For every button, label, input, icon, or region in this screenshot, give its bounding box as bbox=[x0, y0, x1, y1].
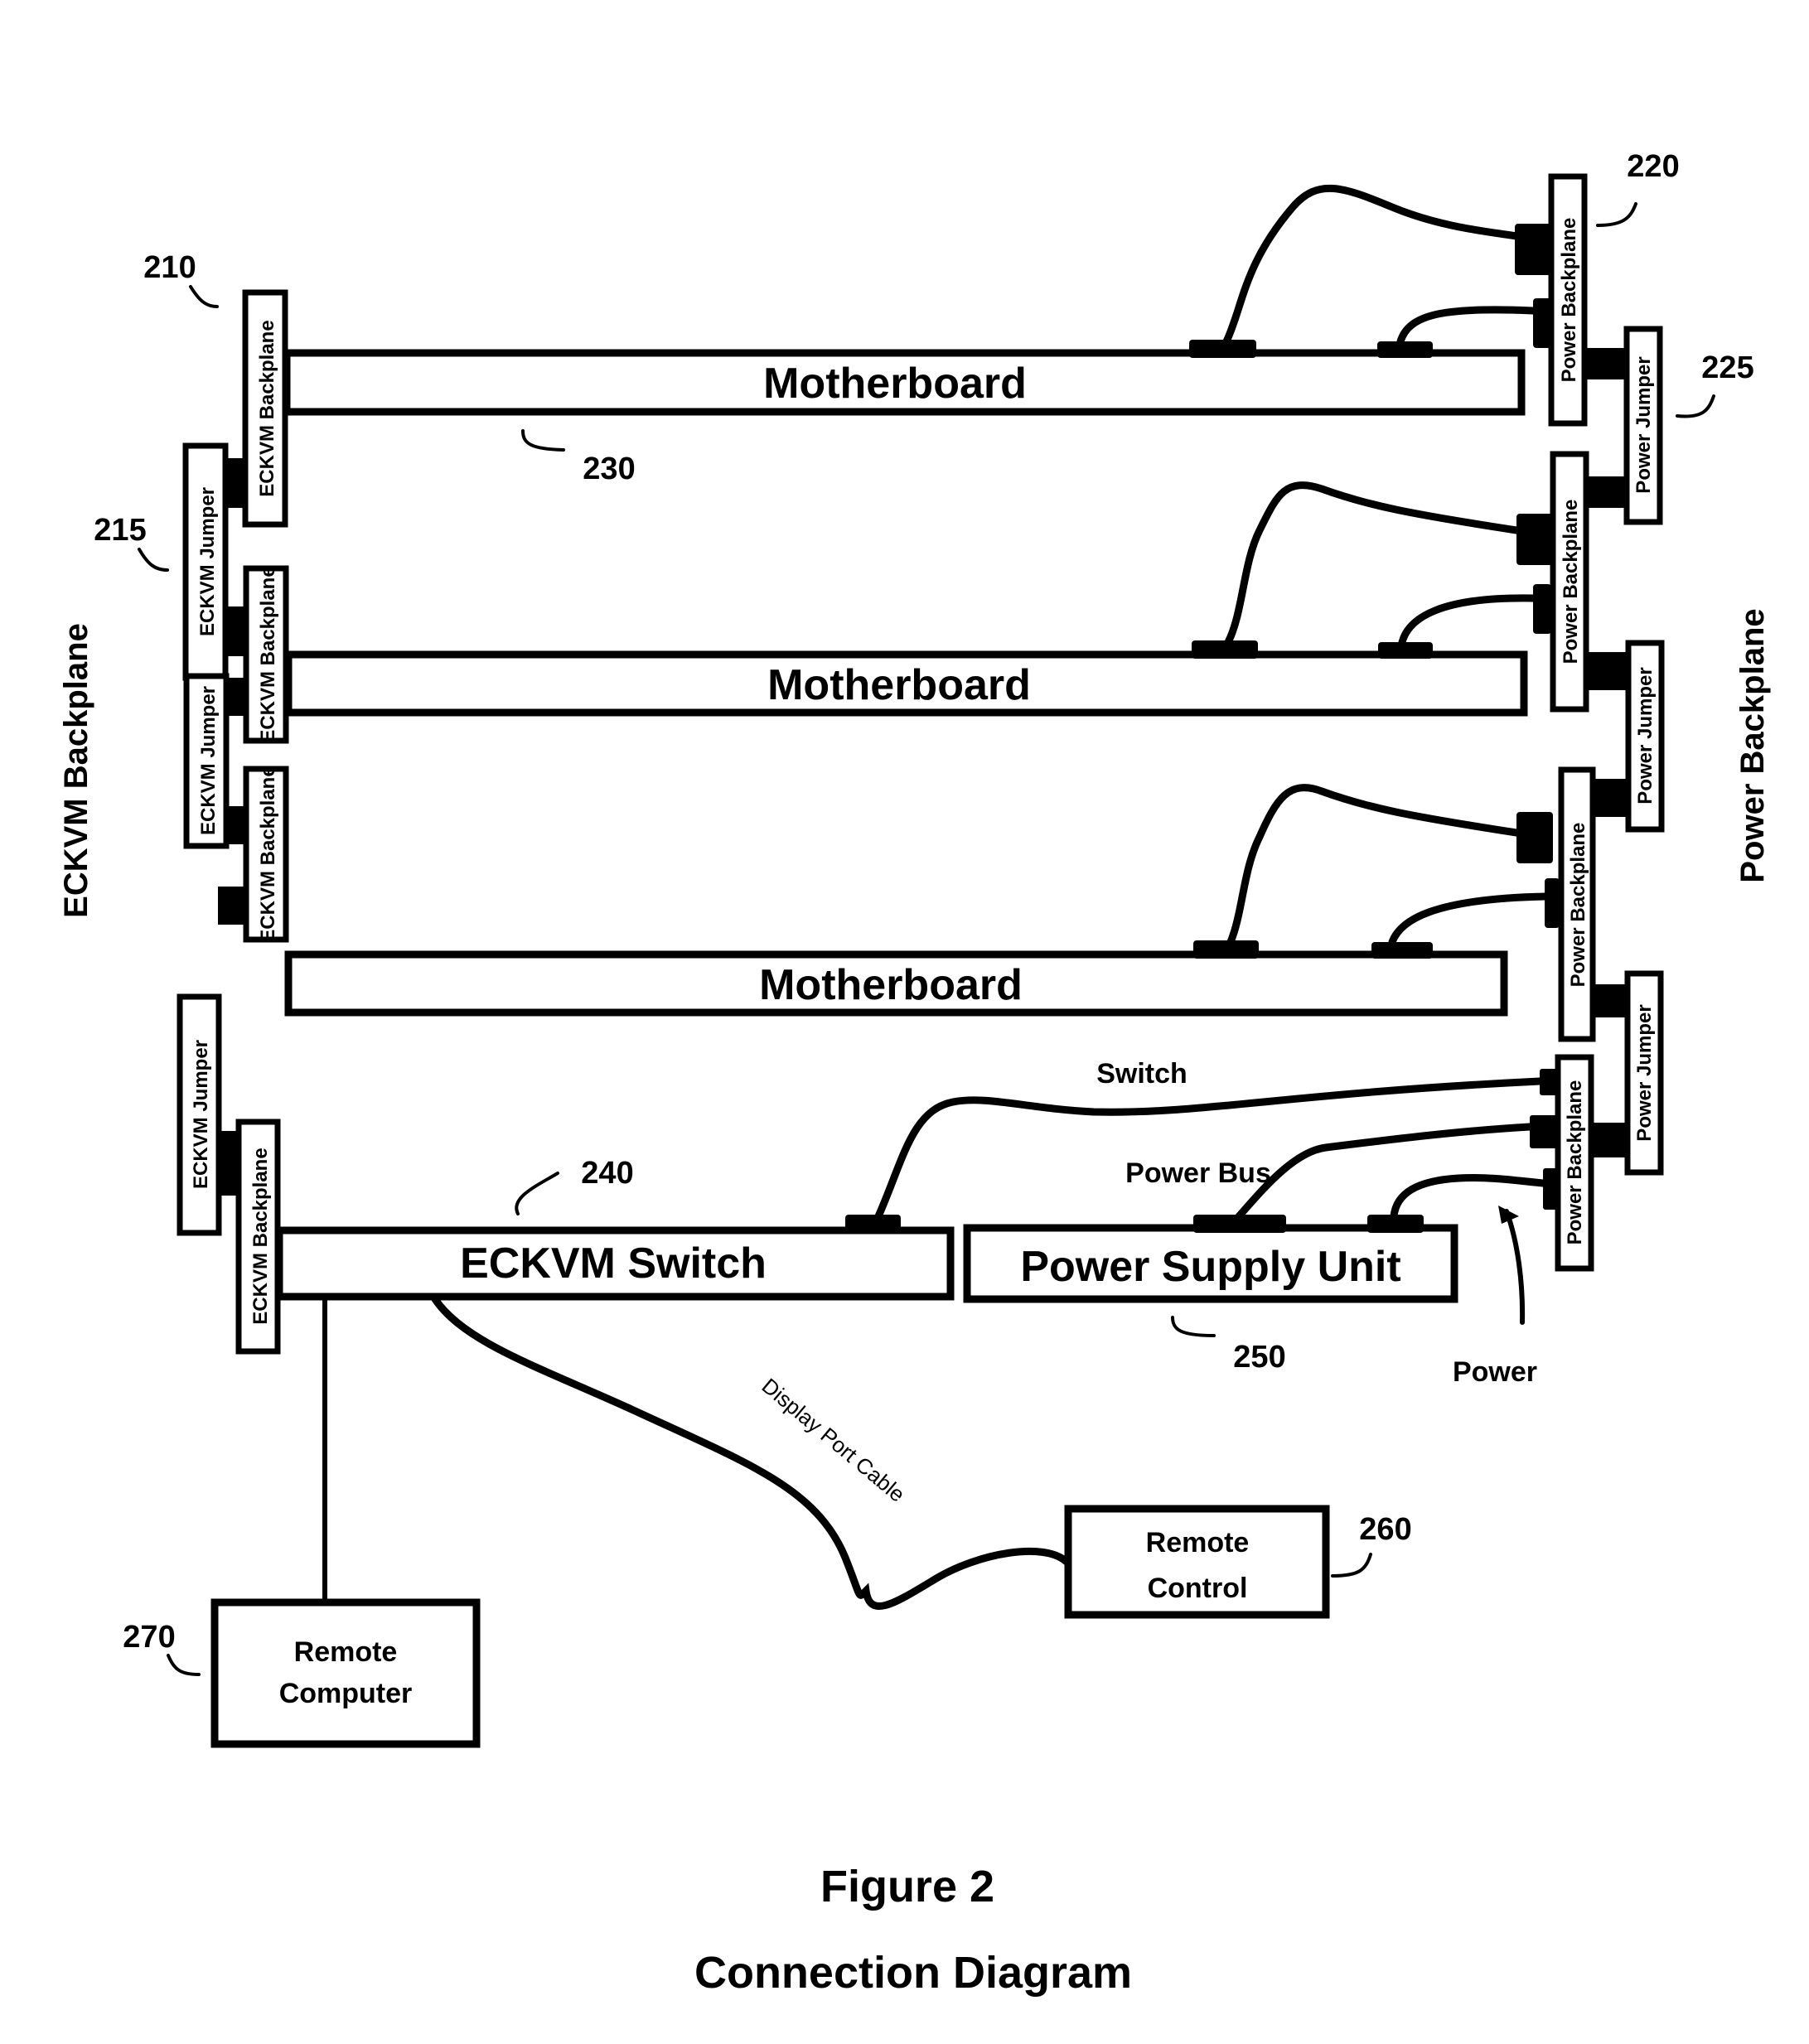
power-jumper-label: Power Jumper bbox=[1634, 667, 1657, 804]
ref-numeral: 260 bbox=[1359, 1512, 1411, 1547]
ref-250: 250 bbox=[1171, 1316, 1286, 1375]
eckvm-backplane-label: ECKVM Backplane bbox=[256, 320, 278, 496]
ref-numeral: 225 bbox=[1701, 350, 1753, 385]
eckvm-switch: ECKVM Switch bbox=[275, 1215, 955, 1301]
ref-260: 260 bbox=[1331, 1512, 1412, 1578]
power-jumper-label: Power Jumper bbox=[1632, 356, 1655, 493]
eckvm-jumper-label: ECKVM Jumper bbox=[196, 487, 219, 636]
figure-title: Figure 2 bbox=[820, 1862, 994, 1911]
power-backplane-3: Power Backplane bbox=[1516, 766, 1596, 1042]
motherboard-1: Motherboard bbox=[283, 340, 1526, 416]
remote-control: Remote Control bbox=[1064, 1505, 1330, 1619]
power-jumper-2: Power Jumper bbox=[1586, 640, 1665, 833]
power-jumper-label: Power Jumper bbox=[1633, 1004, 1656, 1141]
switch-cable-label: Switch bbox=[1096, 1058, 1187, 1090]
ref-numeral: 210 bbox=[143, 250, 196, 285]
eckvm-backplane-side-label: ECKVM Backplane bbox=[58, 623, 94, 918]
power-supply-unit: Power Supply Unit bbox=[963, 1215, 1458, 1303]
remote-control-line1: Remote bbox=[1146, 1527, 1250, 1558]
power-backplane-label: Power Backplane bbox=[1558, 218, 1580, 383]
remote-computer-line1: Remote bbox=[294, 1636, 398, 1668]
eckvm-backplane-1: ECKVM Backplane bbox=[242, 289, 288, 528]
power-arrow-icon bbox=[1498, 1206, 1526, 1325]
motherboard-2: Motherboard bbox=[284, 640, 1528, 717]
eckvm-backplane-label: ECKVM Backplane bbox=[257, 766, 279, 942]
power-jumper-3: Power Jumper bbox=[1591, 970, 1664, 1176]
remote-computer: Remote Computer bbox=[210, 1598, 481, 1748]
remote-computer-line2: Computer bbox=[279, 1678, 413, 1709]
ref-numeral: 250 bbox=[1233, 1340, 1285, 1375]
motherboard-label: Motherboard bbox=[763, 360, 1027, 408]
power-supply-unit-label: Power Supply Unit bbox=[1020, 1243, 1400, 1291]
motherboard-label: Motherboard bbox=[767, 661, 1031, 709]
power-bus-label: Power Bus bbox=[1125, 1157, 1271, 1189]
ref-225: 225 bbox=[1676, 350, 1754, 418]
eckvm-jumper-label: ECKVM Jumper bbox=[190, 1040, 212, 1189]
ref-220: 220 bbox=[1596, 149, 1680, 227]
eckvm-jumper-label: ECKVM Jumper bbox=[197, 686, 220, 835]
motherboard-3: Motherboard bbox=[284, 940, 1508, 1017]
eckvm-backplane-label: ECKVM Backplane bbox=[257, 566, 279, 742]
power-backplane-label: Power Backplane bbox=[1564, 1080, 1586, 1245]
ref-numeral: 270 bbox=[123, 1620, 175, 1655]
eckvm-backplane-label: ECKVM Backplane bbox=[249, 1148, 272, 1324]
eckvm-backplane-3: ECKVM Backplane bbox=[243, 766, 289, 943]
power-backplane-label: Power Backplane bbox=[1560, 500, 1582, 664]
ref-270: 270 bbox=[123, 1620, 201, 1676]
ref-numeral: 220 bbox=[1627, 149, 1679, 184]
ref-210: 210 bbox=[143, 250, 219, 308]
eckvm-backplane-4: ECKVM Backplane bbox=[235, 1119, 281, 1355]
ref-230: 230 bbox=[521, 429, 636, 486]
power-label: Power bbox=[1453, 1356, 1537, 1388]
ref-240: 240 bbox=[515, 1156, 634, 1215]
eckvm-backplane-2: ECKVM Backplane bbox=[243, 565, 289, 744]
power-backplane-4: Power Backplane bbox=[1530, 1054, 1594, 1272]
ref-numeral: 240 bbox=[581, 1156, 633, 1191]
eckvm-switch-label: ECKVM Switch bbox=[460, 1239, 767, 1288]
remote-control-line2: Control bbox=[1148, 1573, 1248, 1604]
connection-diagram: Motherboard Motherboard Motherboard ECKV… bbox=[58, 149, 1771, 1998]
ref-numeral: 215 bbox=[94, 513, 146, 548]
eckvm-jumper-3: ECKVM Jumper bbox=[177, 887, 246, 1236]
motherboard-label: Motherboard bbox=[759, 961, 1023, 1009]
power-backplane-side-label: Power Backplane bbox=[1734, 608, 1771, 882]
eckvm-jumper-2: ECKVM Jumper bbox=[183, 673, 247, 849]
power-jumper-1: Power Jumper bbox=[1584, 326, 1663, 525]
power-backplane-label: Power Backplane bbox=[1567, 823, 1589, 988]
ref-numeral: 230 bbox=[583, 452, 635, 486]
eckvm-jumper-1: ECKVM Jumper bbox=[182, 442, 247, 681]
ref-215: 215 bbox=[94, 513, 169, 572]
power-backplane-1: Power Backplane bbox=[1515, 173, 1588, 427]
figure-subtitle: Connection Diagram bbox=[694, 1948, 1132, 1998]
